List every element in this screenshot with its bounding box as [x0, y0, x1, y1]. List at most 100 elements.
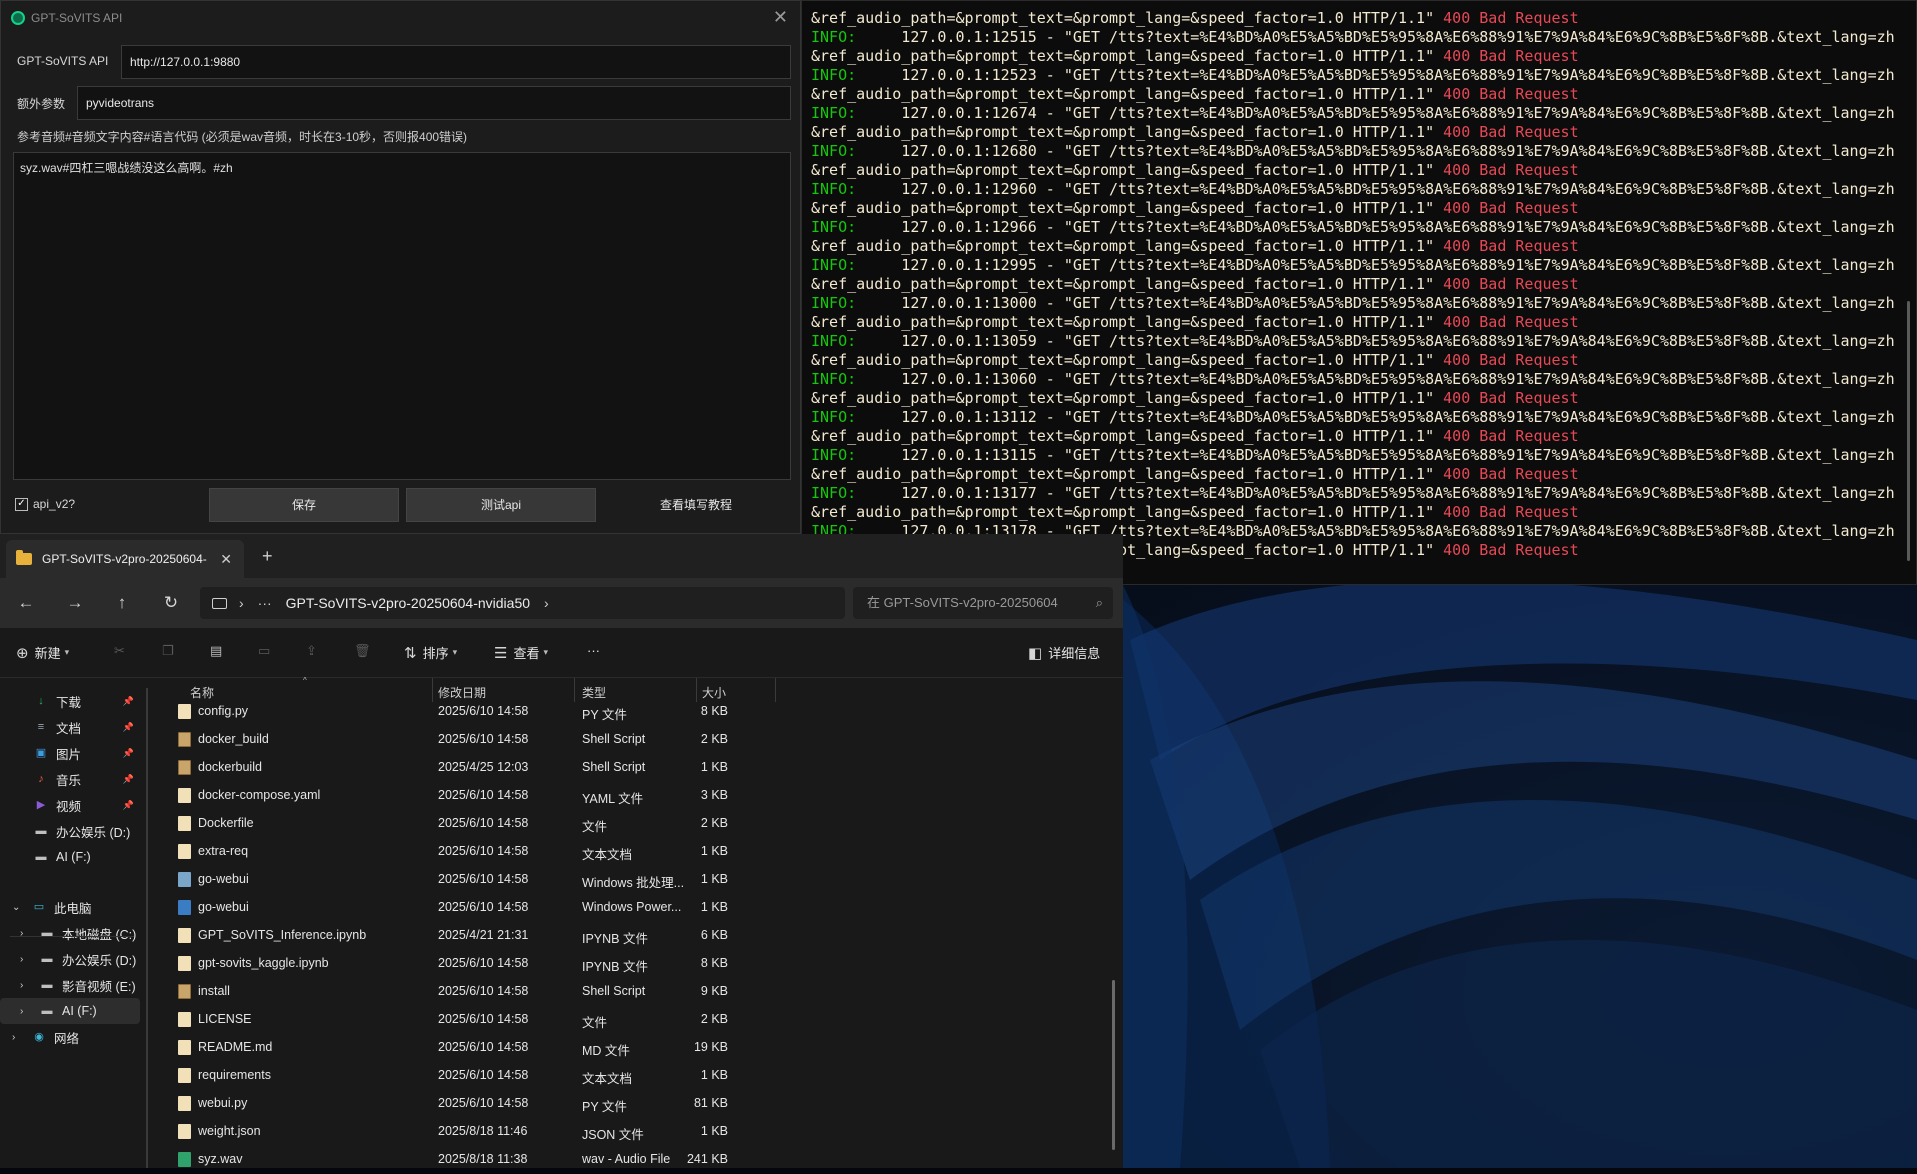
more-options-icon[interactable]: ··· [587, 643, 600, 658]
file-explorer-window: GPT-SoVITS-v2pro-20250604- ✕ + ← → ↑ ↻ ›… [0, 534, 1123, 1168]
file-row[interactable]: weight.json 2025/8/18 11:46 JSON 文件 1 KB [158, 1118, 778, 1146]
log-request-text: &ref_audio_path=&prompt_text=&prompt_lan… [811, 351, 1435, 369]
chevron-down-icon[interactable]: ⌄ [12, 902, 20, 913]
log-request-text: &ref_audio_path=&prompt_text=&prompt_lan… [811, 427, 1435, 445]
sidebar-item[interactable]: › ▬ 影音视频 (E:) [0, 972, 140, 998]
log-level-info: INFO: [811, 256, 857, 274]
file-list-scrollbar[interactable] [1112, 980, 1115, 1150]
copy-icon[interactable]: ❐ [162, 643, 174, 659]
terminal-window[interactable]: &ref_audio_path=&prompt_text=&prompt_lan… [801, 0, 1917, 585]
file-date: 2025/6/10 14:58 [438, 816, 529, 830]
sidebar-item[interactable]: ⌄ ▭ 此电脑 [0, 894, 140, 920]
address-bar[interactable]: › ··· GPT-SoVITS-v2pro-20250604-nvidia50… [200, 587, 845, 619]
sidebar-item[interactable]: ▬ AI (F:) [0, 844, 140, 870]
new-button[interactable]: ⊕ 新建 ▾ [16, 643, 69, 662]
sidebar-item[interactable]: ▬ 办公娱乐 (D:) [0, 818, 140, 844]
terminal-line: INFO: 127.0.0.1:12995 - "GET /tts?text=%… [811, 256, 1898, 275]
extra-params-input[interactable]: pyvideotrans [77, 86, 791, 120]
chevron-right-icon[interactable]: › [20, 980, 23, 991]
tab-gpt-sovits-folder[interactable]: GPT-SoVITS-v2pro-20250604- ✕ [6, 540, 244, 578]
checkbox-checked-icon[interactable]: ✓ [15, 497, 28, 511]
file-row[interactable]: LICENSE 2025/6/10 14:58 文件 2 KB [158, 1006, 778, 1034]
api-url-input[interactable]: http://127.0.0.1:9880 [121, 45, 791, 79]
terminal-line: &ref_audio_path=&prompt_text=&prompt_lan… [811, 237, 1898, 256]
file-row[interactable]: dockerbuild 2025/4/25 12:03 Shell Script 1 … [158, 754, 778, 782]
log-request-text: 127.0.0.1:12995 - "GET /tts?text=%E4%BD%… [856, 256, 1895, 274]
share-icon[interactable]: ⇪ [306, 643, 317, 659]
breadcrumb-chevron-icon[interactable]: › [239, 595, 244, 611]
terminal-line: &ref_audio_path=&prompt_text=&prompt_lan… [811, 275, 1898, 294]
rename-icon[interactable]: ▭ [258, 643, 270, 659]
sidebar-item[interactable]: ≡ 文档 📌 [0, 714, 140, 740]
file-row[interactable]: Dockerfile 2025/6/10 14:58 文件 2 KB [158, 810, 778, 838]
terminal-line: INFO: 127.0.0.1:13000 - "GET /tts?text=%… [811, 294, 1898, 313]
file-row[interactable]: gpt-sovits_kaggle.ipynb 2025/6/10 14:58 IP… [158, 950, 778, 978]
new-tab-button[interactable]: + [262, 546, 273, 567]
sidebar-scrollbar[interactable] [146, 688, 148, 1168]
search-input[interactable]: 在 GPT-SoVITS-v2pro-20250604 ⌕ [853, 587, 1113, 619]
back-icon[interactable]: ← [12, 589, 40, 617]
terminal-scrollbar[interactable] [1907, 301, 1910, 561]
details-label: 详细信息 [1048, 646, 1101, 661]
file-row[interactable]: docker_build 2025/6/10 14:58 Shell Script 2… [158, 726, 778, 754]
breadcrumb-current-folder[interactable]: GPT-SoVITS-v2pro-20250604-nvidia50 [286, 595, 530, 611]
sidebar-item[interactable]: ↓ 下载 📌 [0, 688, 140, 714]
file-row[interactable]: go-webui 2025/6/10 14:58 Windows Power... 1… [158, 894, 778, 922]
forward-icon[interactable]: → [61, 589, 89, 617]
api-v2-checkbox[interactable]: ✓ api_v2? [15, 497, 75, 511]
log-status-error: 400 Bad Request [1443, 465, 1579, 483]
log-request-text: 127.0.0.1:12966 - "GET /tts?text=%E4%BD%… [856, 218, 1895, 236]
details-pane-button[interactable]: ◧ 详细信息 [1028, 643, 1100, 662]
chevron-right-icon[interactable]: › [20, 1006, 23, 1017]
sidebar-item-label: AI (F:) [56, 850, 91, 864]
file-icon [178, 704, 191, 719]
file-row[interactable]: GPT_SoVITS_Inference.ipynb 2025/4/21 21:3… [158, 922, 778, 950]
file-name: docker-compose.yaml [198, 788, 321, 802]
breadcrumb-overflow-icon[interactable]: ··· [258, 595, 272, 611]
breadcrumb-chevron-icon[interactable]: › [544, 595, 549, 611]
sidebar-item[interactable]: ▣ 图片 📌 [0, 740, 140, 766]
view-button[interactable]: ☰ 查看 ▾ [494, 643, 548, 662]
sidebar-item[interactable]: ▶ 视频 📌 [0, 792, 140, 818]
sidebar-item[interactable]: › ▬ 本地磁盘 (C:) [0, 920, 140, 946]
sidebar-item[interactable]: › ◉ 网络 [0, 1024, 140, 1050]
file-date: 2025/6/10 14:58 [438, 788, 529, 802]
save-button[interactable]: 保存 [209, 488, 399, 522]
file-icon [178, 760, 191, 775]
file-row[interactable]: syz.wav 2025/8/18 11:38 wav - Audio File 24… [158, 1146, 778, 1174]
refresh-icon[interactable]: ↻ [157, 589, 185, 617]
file-icon [178, 1096, 191, 1111]
file-row[interactable]: install 2025/6/10 14:58 Shell Script 9 KB [158, 978, 778, 1006]
drive-icon: ▬ [41, 979, 53, 991]
file-row[interactable]: requirements 2025/6/10 14:58 文本文档 1 KB [158, 1062, 778, 1090]
sidebar-item[interactable]: › ▬ AI (F:) [0, 998, 140, 1024]
file-icon [178, 788, 191, 803]
file-row[interactable]: go-webui 2025/6/10 14:58 Windows 批处理... 1 K… [158, 866, 778, 894]
sidebar-item[interactable]: › ▬ 办公娱乐 (D:) [0, 946, 140, 972]
file-row[interactable]: docker-compose.yaml 2025/6/10 14:58 YAML 文… [158, 782, 778, 810]
log-request-text: 127.0.0.1:13059 - "GET /tts?text=%E4%BD%… [856, 332, 1895, 350]
close-tab-icon[interactable]: ✕ [220, 551, 232, 568]
up-icon[interactable]: ↑ [108, 589, 136, 617]
navigation-pane: ↓ 下载 📌 ≡ 文档 📌 ▣ 图片 📌 ♪ 音乐 📌 ▶ 视频 📌 ▬ 办公娱乐 (D:) ▬ AI (F:) ⌄ ▭… [0, 678, 148, 1168]
sort-button[interactable]: ⇅ 排序 ▾ [404, 643, 457, 662]
file-row[interactable]: config.py 2025/6/10 14:58 PY 文件 8 KB [158, 698, 778, 726]
cut-icon[interactable]: ✂ [114, 643, 125, 659]
view-tutorial-button[interactable]: 查看填写教程 [611, 488, 781, 522]
file-size: 1 KB [700, 760, 728, 774]
sidebar-item-label: 音乐 [56, 773, 82, 788]
file-icon [178, 984, 191, 999]
paste-icon[interactable]: ▤ [210, 643, 222, 659]
file-row[interactable]: README.md 2025/6/10 14:58 MD 文件 19 KB [158, 1034, 778, 1062]
sidebar-item[interactable]: ♪ 音乐 📌 [0, 766, 140, 792]
file-name: GPT_SoVITS_Inference.ipynb [198, 928, 367, 942]
delete-icon[interactable]: 🗑 [354, 643, 371, 659]
reference-audio-textarea[interactable]: syz.wav#四杠三嗯战绩没这么高啊。#zh [13, 152, 791, 480]
file-row[interactable]: extra-req 2025/6/10 14:58 文本文档 1 KB [158, 838, 778, 866]
close-icon[interactable]: ✕ [773, 7, 788, 28]
terminal-line: &ref_audio_path=&prompt_text=&prompt_lan… [811, 313, 1898, 332]
chevron-right-icon[interactable]: › [20, 954, 23, 965]
test-api-button[interactable]: 测试api [406, 488, 596, 522]
file-row[interactable]: webui.py 2025/6/10 14:58 PY 文件 81 KB [158, 1090, 778, 1118]
chevron-right-icon[interactable]: › [12, 1032, 15, 1043]
